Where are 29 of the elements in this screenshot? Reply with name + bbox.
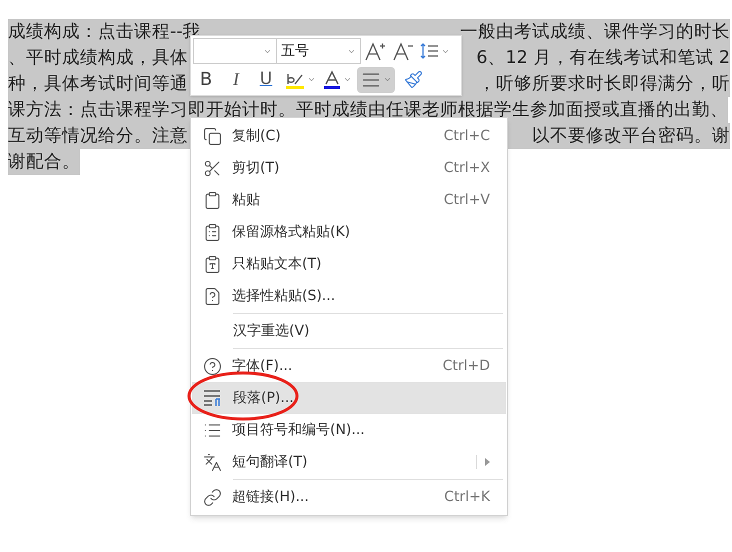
copy-icon — [203, 126, 222, 146]
document-text: 种，具体考试时间等通 — [8, 72, 188, 96]
scissors-icon — [203, 158, 222, 178]
menu-item[interactable]: 段落(P)... — [192, 382, 506, 414]
paragraph-icon — [203, 389, 223, 407]
grow-font-icon — [364, 41, 386, 62]
line-spacing-icon — [418, 41, 438, 62]
clipboard-list-icon — [203, 222, 222, 242]
document-text: 互动等情况给分。注意 — [8, 124, 188, 148]
underline-button[interactable]: U — [253, 66, 279, 93]
font-color-icon — [322, 70, 340, 90]
document-text: 以不要修改平台密码。谢 — [532, 124, 730, 148]
clipboard-text-icon — [203, 254, 222, 274]
document-text: 、平时成绩构成，具体 — [8, 46, 188, 70]
document-text: 课方法：点击课程学习即开始计时。平时成绩由任课老师根据学生参加面授或直播的出勤、 — [8, 98, 728, 122]
font-size-dropdown[interactable]: 五号 — [277, 38, 361, 64]
document-text: 谢配合。 — [8, 150, 80, 174]
shrink-font-icon — [392, 41, 414, 62]
document-text: ，听够所要求时长即得满分，听 — [478, 72, 730, 96]
link-icon — [203, 488, 222, 506]
document-text: 一般由考试成绩、课件学习的时长 — [460, 20, 730, 44]
bold-button[interactable]: B — [193, 66, 219, 93]
paintbrush-icon — [404, 70, 422, 90]
italic-button[interactable]: I — [223, 66, 249, 93]
clipboard-icon — [203, 190, 222, 210]
translate-icon — [203, 452, 222, 472]
document-text: 6、12 月，有在线考试和笔试 2 — [476, 46, 730, 70]
clipboard-question-icon — [203, 286, 222, 306]
align-button[interactable] — [357, 66, 395, 93]
